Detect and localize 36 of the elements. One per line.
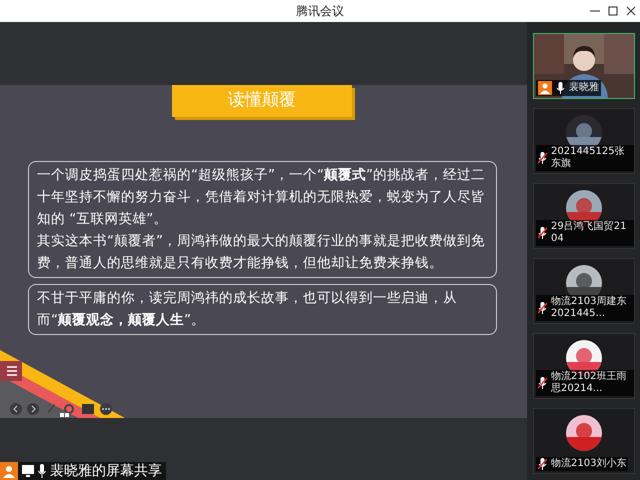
screen-share-icon [22, 465, 34, 477]
muted-microphone-icon[interactable] [538, 152, 547, 164]
person-icon [538, 81, 552, 95]
microphone-icon[interactable] [556, 82, 565, 94]
participant-name: 物流2103周建东2021445... [551, 296, 628, 320]
slide-title: 读懂颠覆 [172, 85, 352, 117]
participant-name: 物流2103刘小东 [551, 458, 626, 470]
participant-tile[interactable]: 物流2103周建东2021445... [533, 258, 635, 324]
microphone-icon [38, 464, 46, 478]
participant-name: 2021445125张东旗 [551, 146, 626, 170]
window-title: 腾讯会议 [296, 3, 344, 20]
paragraph: 其实这本书“颠覆者”，周鸿祎做的最大的颠覆行业的事就是把收费做到免费，普通人的思维就是只有收费才能挣钱，但他却让免费来挣钱。 [37, 232, 486, 273]
muted-microphone-icon[interactable] [538, 458, 547, 470]
maximize-icon[interactable] [608, 6, 618, 16]
next-icon[interactable] [27, 403, 39, 415]
muted-microphone-icon[interactable] [538, 227, 547, 239]
pen-icon[interactable] [46, 403, 56, 415]
paragraph: 不甘于平庸的你，读完周鸿祎的成长故事，也可以得到一些启迪，从而“颠覆观念，颠覆人生”。 [37, 289, 458, 330]
person-icon [0, 462, 18, 480]
paragraph: 一个调皮捣蛋四处惹祸的“超级熊孩子”，一个“颠覆式”的挑战者，经过二十年坚持不懈的努力奋斗，凭借着对计算机的无限热爱，蜕变为了人尽皆知的 “互联网英雄”。 [37, 166, 486, 229]
participant-tile[interactable]: 物流2102班王雨思20214... [533, 333, 635, 399]
participant-tile[interactable]: 29吕鸿飞国贸2104 [533, 183, 635, 249]
participant-name: 裴晓雅 [569, 82, 599, 94]
participant-name: 29吕鸿飞国贸2104 [551, 221, 628, 245]
more-icon[interactable] [100, 403, 112, 415]
participant-tile[interactable]: 2021445125张东旗 [533, 108, 635, 174]
pointer-icon[interactable] [63, 403, 75, 415]
participant-name: 物流2102班王雨思20214... [551, 371, 628, 395]
previous-icon[interactable] [10, 403, 22, 415]
participant-tile[interactable]: 裴晓雅 [533, 33, 635, 99]
participant-tile[interactable]: 物流2103刘小东 [533, 408, 635, 474]
close-icon[interactable] [626, 6, 636, 16]
muted-microphone-icon[interactable] [538, 377, 547, 389]
muted-microphone-icon[interactable] [538, 302, 547, 314]
menu-icon[interactable] [0, 361, 22, 381]
screen-share-label: 裴晓雅的屏幕共享 [0, 462, 166, 480]
